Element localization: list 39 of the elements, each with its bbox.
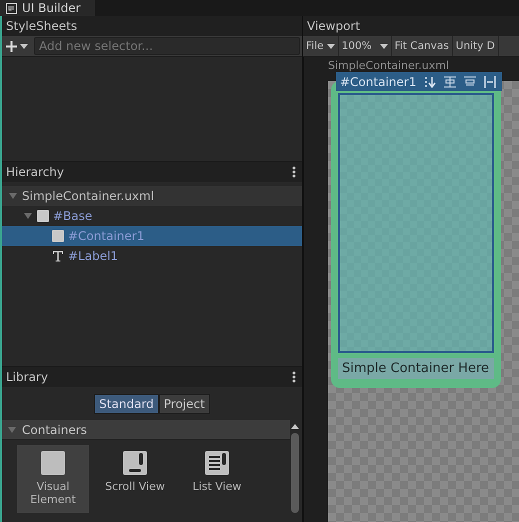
square-icon	[37, 210, 49, 222]
panel-title: StyleSheets	[6, 19, 78, 33]
container-label[interactable]: Simple Container Here	[338, 358, 494, 379]
list-view-icon	[205, 451, 229, 475]
sort-icon[interactable]	[424, 76, 436, 88]
panel-title: Hierarchy	[6, 165, 64, 179]
library-tab[interactable]: Project	[158, 394, 210, 414]
caret-icon	[326, 44, 335, 48]
square-icon	[52, 230, 64, 242]
expanded-arrow-icon[interactable]	[24, 212, 32, 220]
tree-item[interactable]: SimpleContainer.uxml	[2, 186, 302, 206]
caret-icon	[380, 44, 388, 48]
selection-badge[interactable]: #Container1	[336, 72, 502, 91]
align-center-icon[interactable]	[444, 76, 456, 88]
library-item[interactable]: Scroll View	[99, 445, 171, 513]
ui-icon	[6, 2, 17, 14]
library-tab[interactable]: Standard	[94, 394, 159, 414]
more-icon[interactable]	[292, 166, 296, 178]
selector-field[interactable]: Add new selector...	[34, 37, 300, 55]
expanded-arrow-icon	[8, 426, 16, 434]
panel-title: Library	[6, 370, 48, 384]
library-item[interactable]: Visual Element	[17, 445, 89, 513]
window-tab[interactable]: UI Builder	[0, 0, 95, 16]
text-icon	[52, 250, 64, 262]
more-icon[interactable]	[292, 371, 296, 383]
scroll-up-icon[interactable]	[291, 424, 299, 429]
tree-item[interactable]: #Label1	[2, 246, 302, 266]
selected-container[interactable]	[338, 93, 494, 353]
square-icon	[41, 451, 65, 475]
stretch-icon[interactable]	[484, 76, 496, 88]
caret-icon	[20, 44, 28, 48]
align-top-icon[interactable]	[464, 76, 476, 88]
tree-item[interactable]: #Base	[2, 206, 302, 226]
library-item[interactable]: List View	[181, 445, 253, 513]
plus-icon	[6, 40, 17, 52]
section-header[interactable]: Containers	[2, 420, 290, 440]
scroll-view-icon	[123, 451, 147, 475]
panel-title: Viewport	[307, 19, 360, 33]
document-name: SimpleContainer.uxml	[328, 59, 450, 72]
